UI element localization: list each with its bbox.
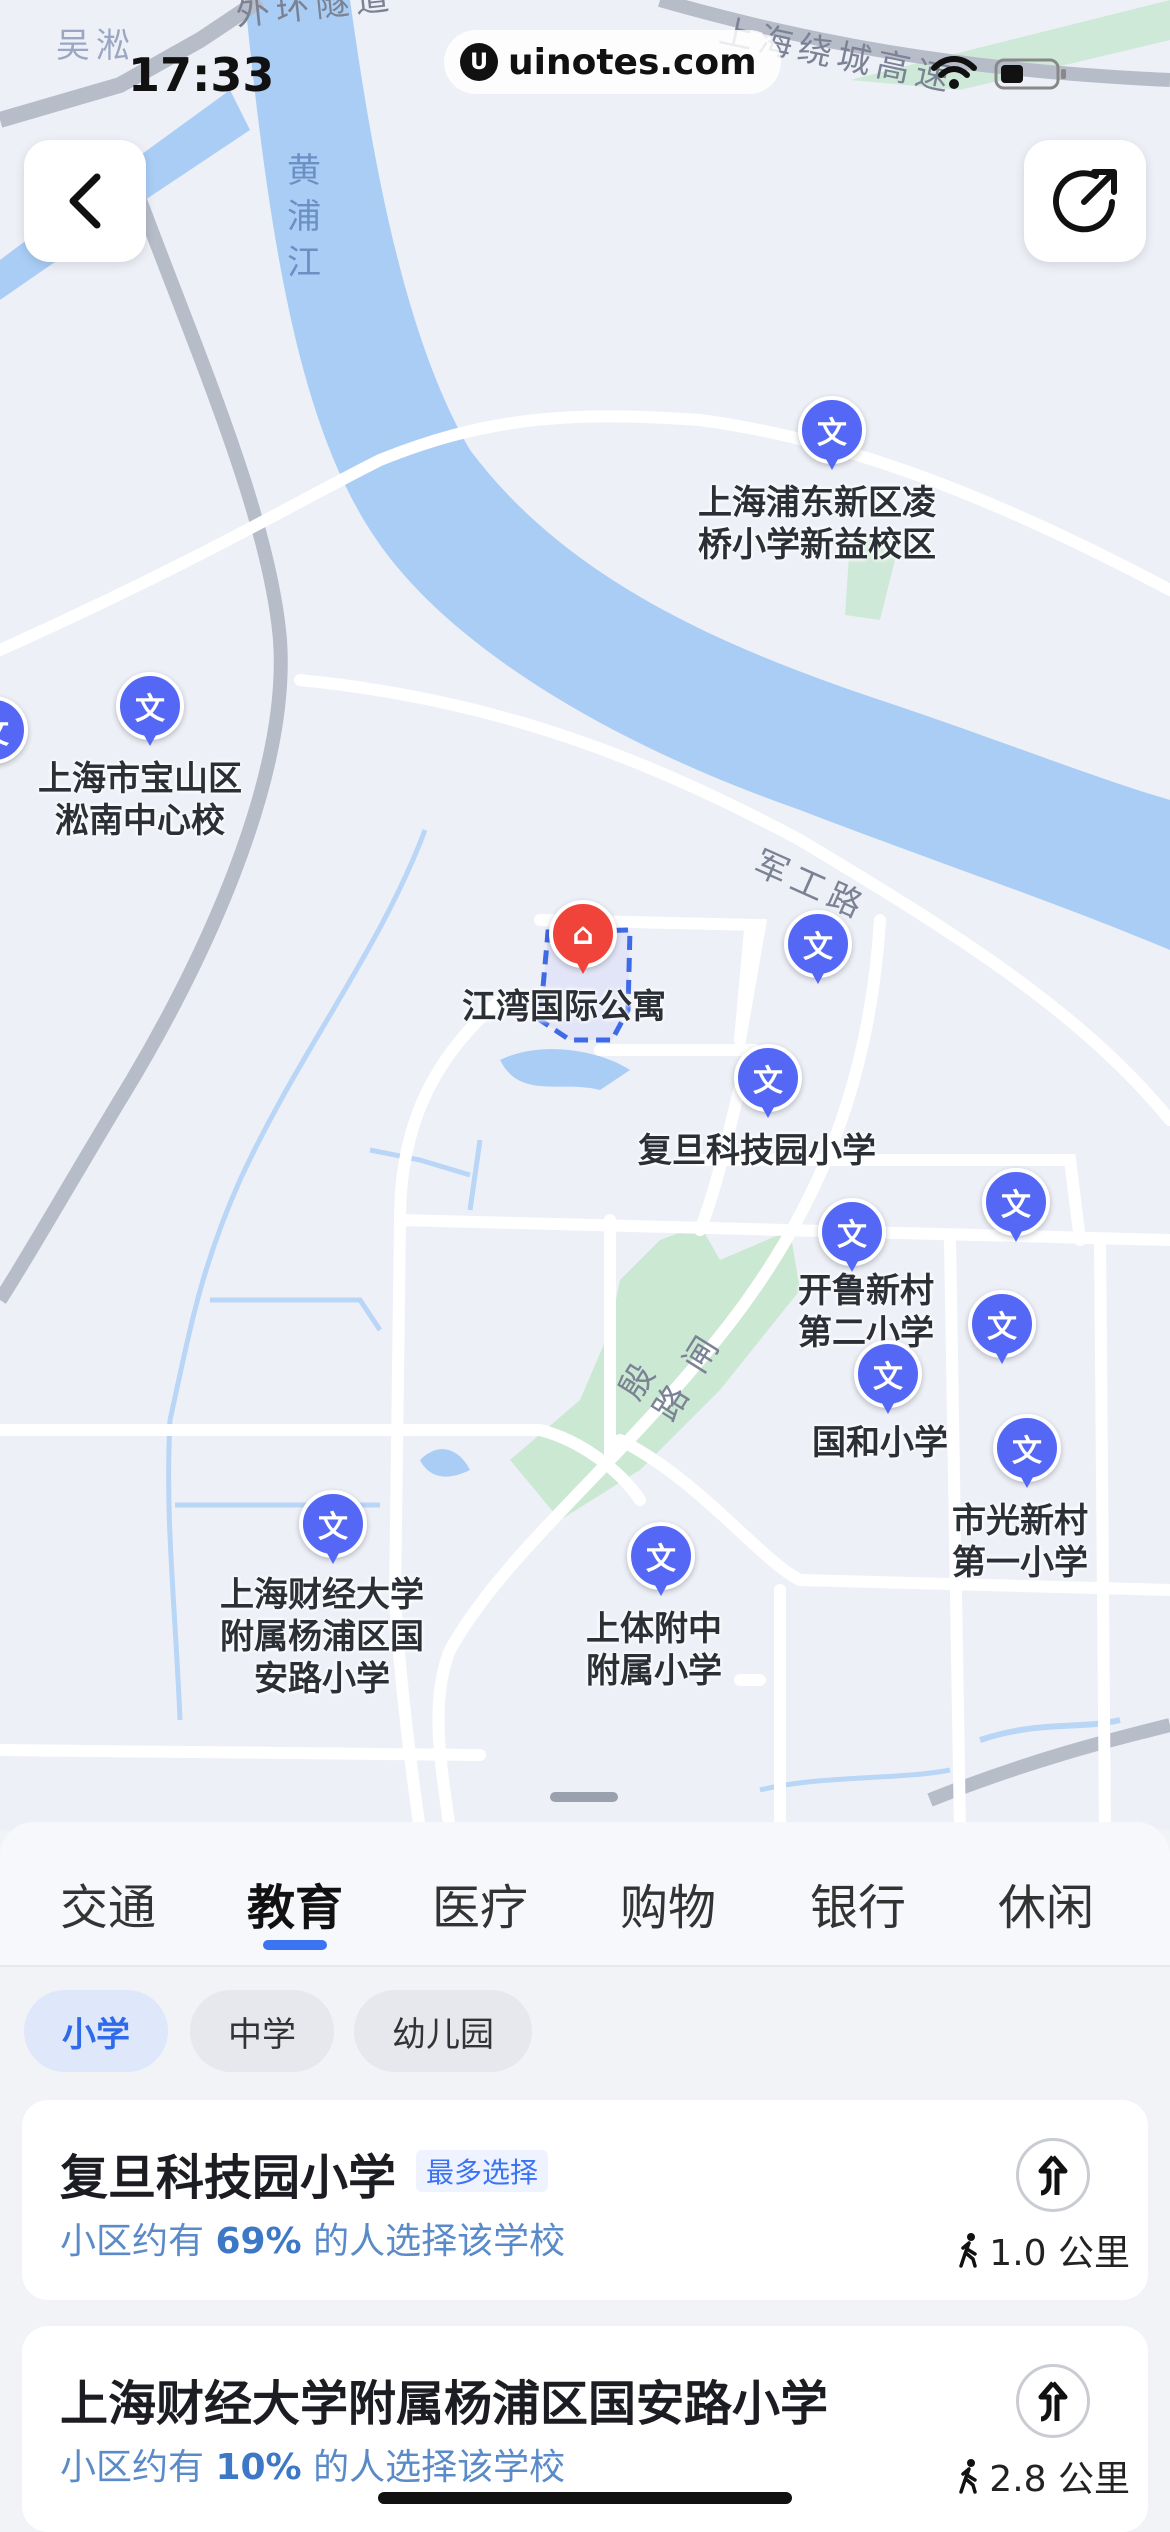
url-text: uinotes.com (508, 41, 757, 83)
result-card-1[interactable]: 复旦科技园小学 最多选择 小区约有 69% 的人选择该学校 1.0 公里 (22, 2100, 1148, 2300)
school-label-songnan: 上海市宝山区 淞南中心校 (38, 759, 242, 841)
category-tabs: 交通 教育 医疗 购物 银行 休闲 (0, 1822, 1170, 1967)
tab-transport[interactable]: 交通 (38, 1868, 178, 1938)
sheet-drag-handle[interactable] (550, 1792, 618, 1802)
tab-medical[interactable]: 医疗 (410, 1868, 550, 1938)
tab-education[interactable]: 教育 (225, 1868, 365, 1938)
route-button[interactable] (1016, 2138, 1090, 2212)
school-label-fudan: 复旦科技园小学 (638, 1131, 876, 1171)
map-view[interactable]: 黄 浦 江 吴淞 外环隧道 上海绕城高速 军工路 殷 路 闸 ⌂ 江湾国际公寓 … (0, 0, 1170, 1830)
walking-icon (959, 2233, 978, 2268)
school-pin-shangti[interactable]: 文 (627, 1522, 695, 1606)
chip-middle-school[interactable]: 中学 (190, 1990, 334, 2072)
site-logo-icon: U (460, 43, 498, 81)
school-name: 复旦科技园小学 (60, 2150, 397, 2206)
status-bar: 17:33 U uinotes.com (0, 0, 1170, 150)
route-arrow-icon (1038, 2381, 1068, 2422)
wifi-icon (931, 56, 977, 89)
school-label-caijing: 上海财经大学 附属杨浦区国 安路小学 (220, 1575, 424, 1699)
choice-description: 小区约有 10% 的人选择该学校 (60, 2447, 566, 2488)
route-button[interactable] (1016, 2364, 1090, 2438)
school-pin-unnamed-right-top[interactable]: 文 (982, 1168, 1050, 1252)
school-pin-guohe[interactable]: 文 (854, 1340, 922, 1424)
route-arrow-icon (1038, 2155, 1068, 2196)
distance: 2.8 公里 (955, 2450, 1130, 2502)
tab-bank[interactable]: 银行 (788, 1868, 928, 1938)
system-icons (930, 56, 1068, 92)
school-pin-unnamed-jungong[interactable]: 文 (784, 910, 852, 994)
tab-shopping[interactable]: 购物 (598, 1868, 738, 1938)
tab-leisure[interactable]: 休闲 (976, 1868, 1116, 1938)
battery-icon (994, 58, 1066, 90)
school-label-shiguang: 市光新村 第一小学 (952, 1501, 1088, 1583)
walking-icon (959, 2459, 978, 2494)
place-label: 江湾国际公寓 (462, 987, 666, 1027)
school-pin-shiguang[interactable]: 文 (993, 1414, 1061, 1498)
chip-kindergarten[interactable]: 幼儿园 (354, 1990, 532, 2072)
choice-percent: 69% (215, 2221, 302, 2262)
back-chevron-icon (69, 173, 101, 229)
school-pin-lingqiao[interactable]: 文 (798, 396, 866, 480)
river-label: 黄 浦 江 (287, 151, 321, 283)
school-pin-songnan[interactable]: 文 (116, 672, 184, 756)
home-marker[interactable]: ⌂ (549, 900, 617, 984)
status-time: 17:33 (128, 48, 275, 102)
school-name: 上海财经大学附属杨浦区国安路小学 (60, 2376, 829, 2432)
back-button[interactable] (24, 140, 146, 262)
chip-primary-school[interactable]: 小学 (24, 1990, 168, 2072)
school-label-shangti: 上体附中 附属小学 (586, 1609, 722, 1691)
most-chosen-badge: 最多选择 (416, 2150, 549, 2192)
active-tab-indicator (263, 1940, 327, 1950)
school-pin-unnamed-right-mid[interactable]: 文 (968, 1290, 1036, 1374)
share-button[interactable] (1024, 140, 1146, 262)
school-label-guohe: 国和小学 (812, 1423, 948, 1463)
choice-description: 小区约有 69% 的人选择该学校 (60, 2221, 566, 2262)
school-icon: 文 (0, 696, 28, 764)
school-pin-partial-left[interactable]: 文 (0, 696, 28, 780)
choice-percent: 10% (215, 2447, 302, 2488)
school-pin-fudan[interactable]: 文 (734, 1044, 802, 1128)
url-pill[interactable]: U uinotes.com (444, 30, 781, 94)
home-indicator[interactable] (378, 2492, 792, 2504)
school-pin-caijing[interactable]: 文 (299, 1490, 367, 1574)
distance: 1.0 公里 (955, 2224, 1130, 2276)
share-icon (1053, 169, 1117, 233)
school-label-lingqiao: 上海浦东新区凌 桥小学新益校区 (698, 483, 936, 565)
